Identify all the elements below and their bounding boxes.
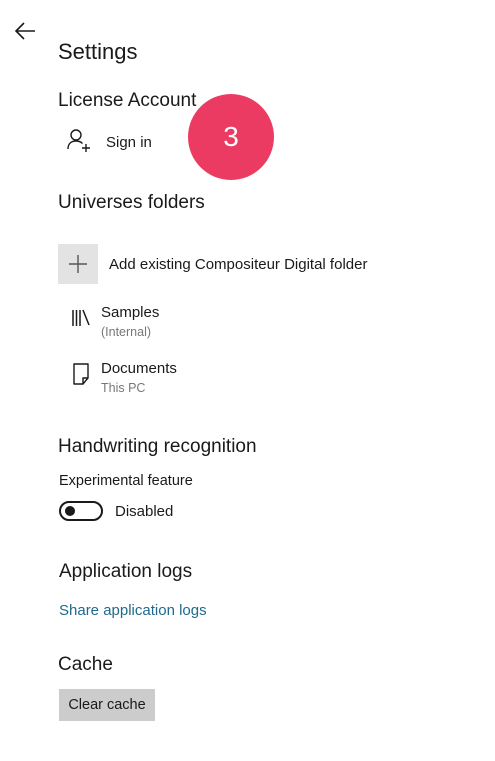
folder-name: Samples <box>101 304 160 321</box>
library-books-icon <box>70 306 92 330</box>
toggle-switch[interactable] <box>59 501 103 521</box>
clear-cache-button[interactable]: Clear cache <box>59 689 155 721</box>
back-button[interactable] <box>10 20 40 46</box>
folder-item-samples[interactable]: Samples (Internal) <box>70 304 159 344</box>
folder-location: (Internal) <box>101 325 152 339</box>
document-icon <box>70 362 92 386</box>
folder-location: This PC <box>101 381 146 395</box>
toggle-knob <box>65 506 75 516</box>
add-folder-button[interactable]: Add existing Compositeur Digital folder <box>58 244 367 284</box>
cache-heading: Cache <box>58 654 113 675</box>
universes-folders-heading: Universes folders <box>58 192 205 213</box>
toggle-state-label: Disabled <box>115 502 174 520</box>
handwriting-toggle[interactable]: Disabled <box>59 500 173 522</box>
license-account-heading: License Account <box>58 90 197 111</box>
page-title: Settings <box>58 39 138 64</box>
arrow-left-icon <box>13 21 37 46</box>
person-add-icon <box>66 128 92 157</box>
add-folder-label: Add existing Compositeur Digital folder <box>109 255 368 273</box>
share-logs-link[interactable]: Share application logs <box>59 602 207 619</box>
handwriting-heading: Handwriting recognition <box>58 436 257 457</box>
folder-item-documents[interactable]: Documents This PC <box>70 360 177 400</box>
experimental-feature-label: Experimental feature <box>59 473 193 489</box>
plus-icon <box>58 244 98 284</box>
folder-name: Documents <box>101 360 177 377</box>
sign-in-label: Sign in <box>106 133 152 151</box>
step-badge: 3 <box>188 94 274 180</box>
sign-in-button[interactable]: Sign in <box>66 128 152 156</box>
application-logs-heading: Application logs <box>59 561 193 582</box>
